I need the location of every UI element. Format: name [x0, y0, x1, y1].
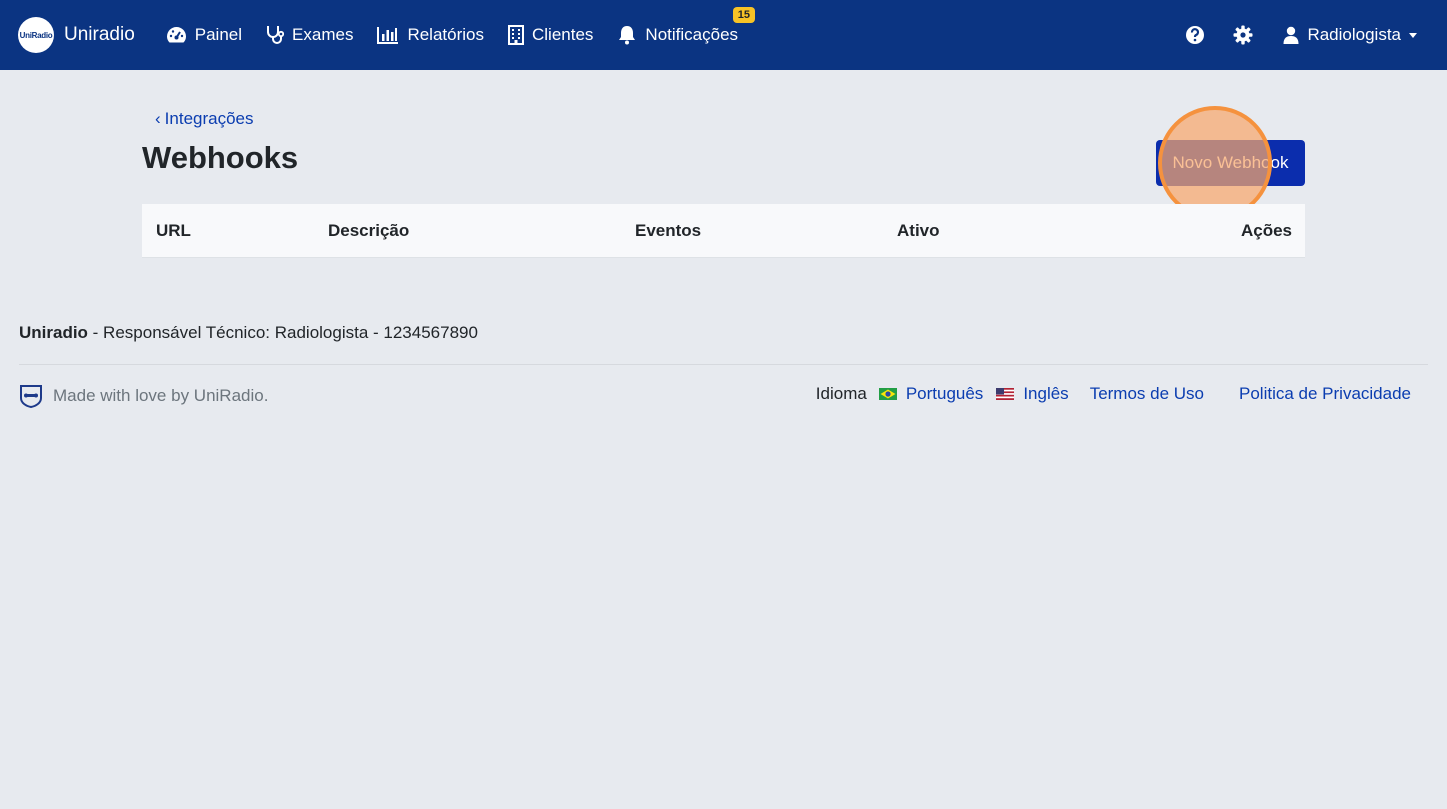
column-header-acoes: Ações: [1240, 221, 1292, 240]
user-name: Radiologista: [1307, 25, 1401, 44]
settings-button[interactable]: [1233, 25, 1253, 45]
stethoscope-icon: [267, 26, 285, 44]
new-webhook-button[interactable]: Novo Webhook: [1156, 140, 1305, 186]
navbar-right: Radiologista: [1157, 0, 1417, 70]
nav-item-painel[interactable]: Painel: [166, 25, 242, 45]
footer-divider: [19, 364, 1428, 365]
footer-responsible-text: - Responsável Técnico: Radiologista - 12…: [87, 323, 478, 342]
dashboard-icon: [166, 27, 186, 43]
chart-icon: [377, 27, 399, 44]
brand-link[interactable]: UniRadio Uniradio: [18, 17, 135, 53]
column-header-descricao: Descrição: [328, 221, 410, 240]
footer-responsible: Uniradio - Responsável Técnico: Radiolog…: [19, 323, 478, 343]
footer-links: Idioma Português Inglês Termos de Uso Po…: [816, 384, 1411, 404]
nav-item-relatorios[interactable]: Relatórios: [377, 25, 484, 45]
privacy-policy-link[interactable]: Politica de Privacidade: [1239, 384, 1411, 404]
uniradio-shield-icon: [20, 385, 42, 408]
back-to-integrations-link[interactable]: ‹ Integrações: [155, 109, 254, 129]
nav-item-notificacoes[interactable]: Notificações 15: [617, 7, 756, 45]
language-english-link[interactable]: Inglês: [996, 384, 1069, 404]
column-header-url: URL: [156, 221, 191, 240]
help-button[interactable]: [1185, 25, 1205, 45]
brand-name: Uniradio: [64, 24, 135, 45]
column-header-ativo: Ativo: [897, 221, 940, 240]
nav-item-exames[interactable]: Exames: [266, 25, 353, 45]
page-title: Webhooks: [142, 140, 299, 175]
brazil-flag-icon: [878, 388, 897, 400]
us-flag-icon: [996, 388, 1015, 400]
language-portuguese-link[interactable]: Português: [878, 384, 983, 404]
nav-item-clientes[interactable]: Clientes: [508, 25, 593, 45]
question-circle-icon: [1186, 26, 1205, 44]
footer-company: Uniradio: [19, 323, 88, 342]
uniradio-logo: UniRadio: [18, 17, 54, 53]
chevron-left-icon: ‹: [155, 109, 161, 128]
webhooks-table: URL Descrição Eventos Ativo Ações: [142, 204, 1305, 258]
gear-icon: [1233, 25, 1253, 45]
main-nav: Painel Exames Relatórios Clientes Notifi…: [155, 7, 756, 45]
terms-of-use-link[interactable]: Termos de Uso: [1090, 384, 1204, 404]
building-icon: [508, 25, 524, 45]
language-label: Idioma: [815, 384, 867, 403]
bell-icon: [619, 26, 636, 45]
user-icon: [1283, 26, 1299, 44]
column-header-eventos: Eventos: [635, 221, 702, 240]
user-menu-dropdown[interactable]: Radiologista: [1283, 25, 1417, 45]
caret-down-icon: [1409, 32, 1417, 38]
made-with-love: Made with love by UniRadio.: [19, 384, 268, 408]
notification-count-badge: 15: [732, 7, 756, 23]
top-navbar: UniRadio Uniradio Painel Exames Relatóri…: [0, 0, 1447, 70]
